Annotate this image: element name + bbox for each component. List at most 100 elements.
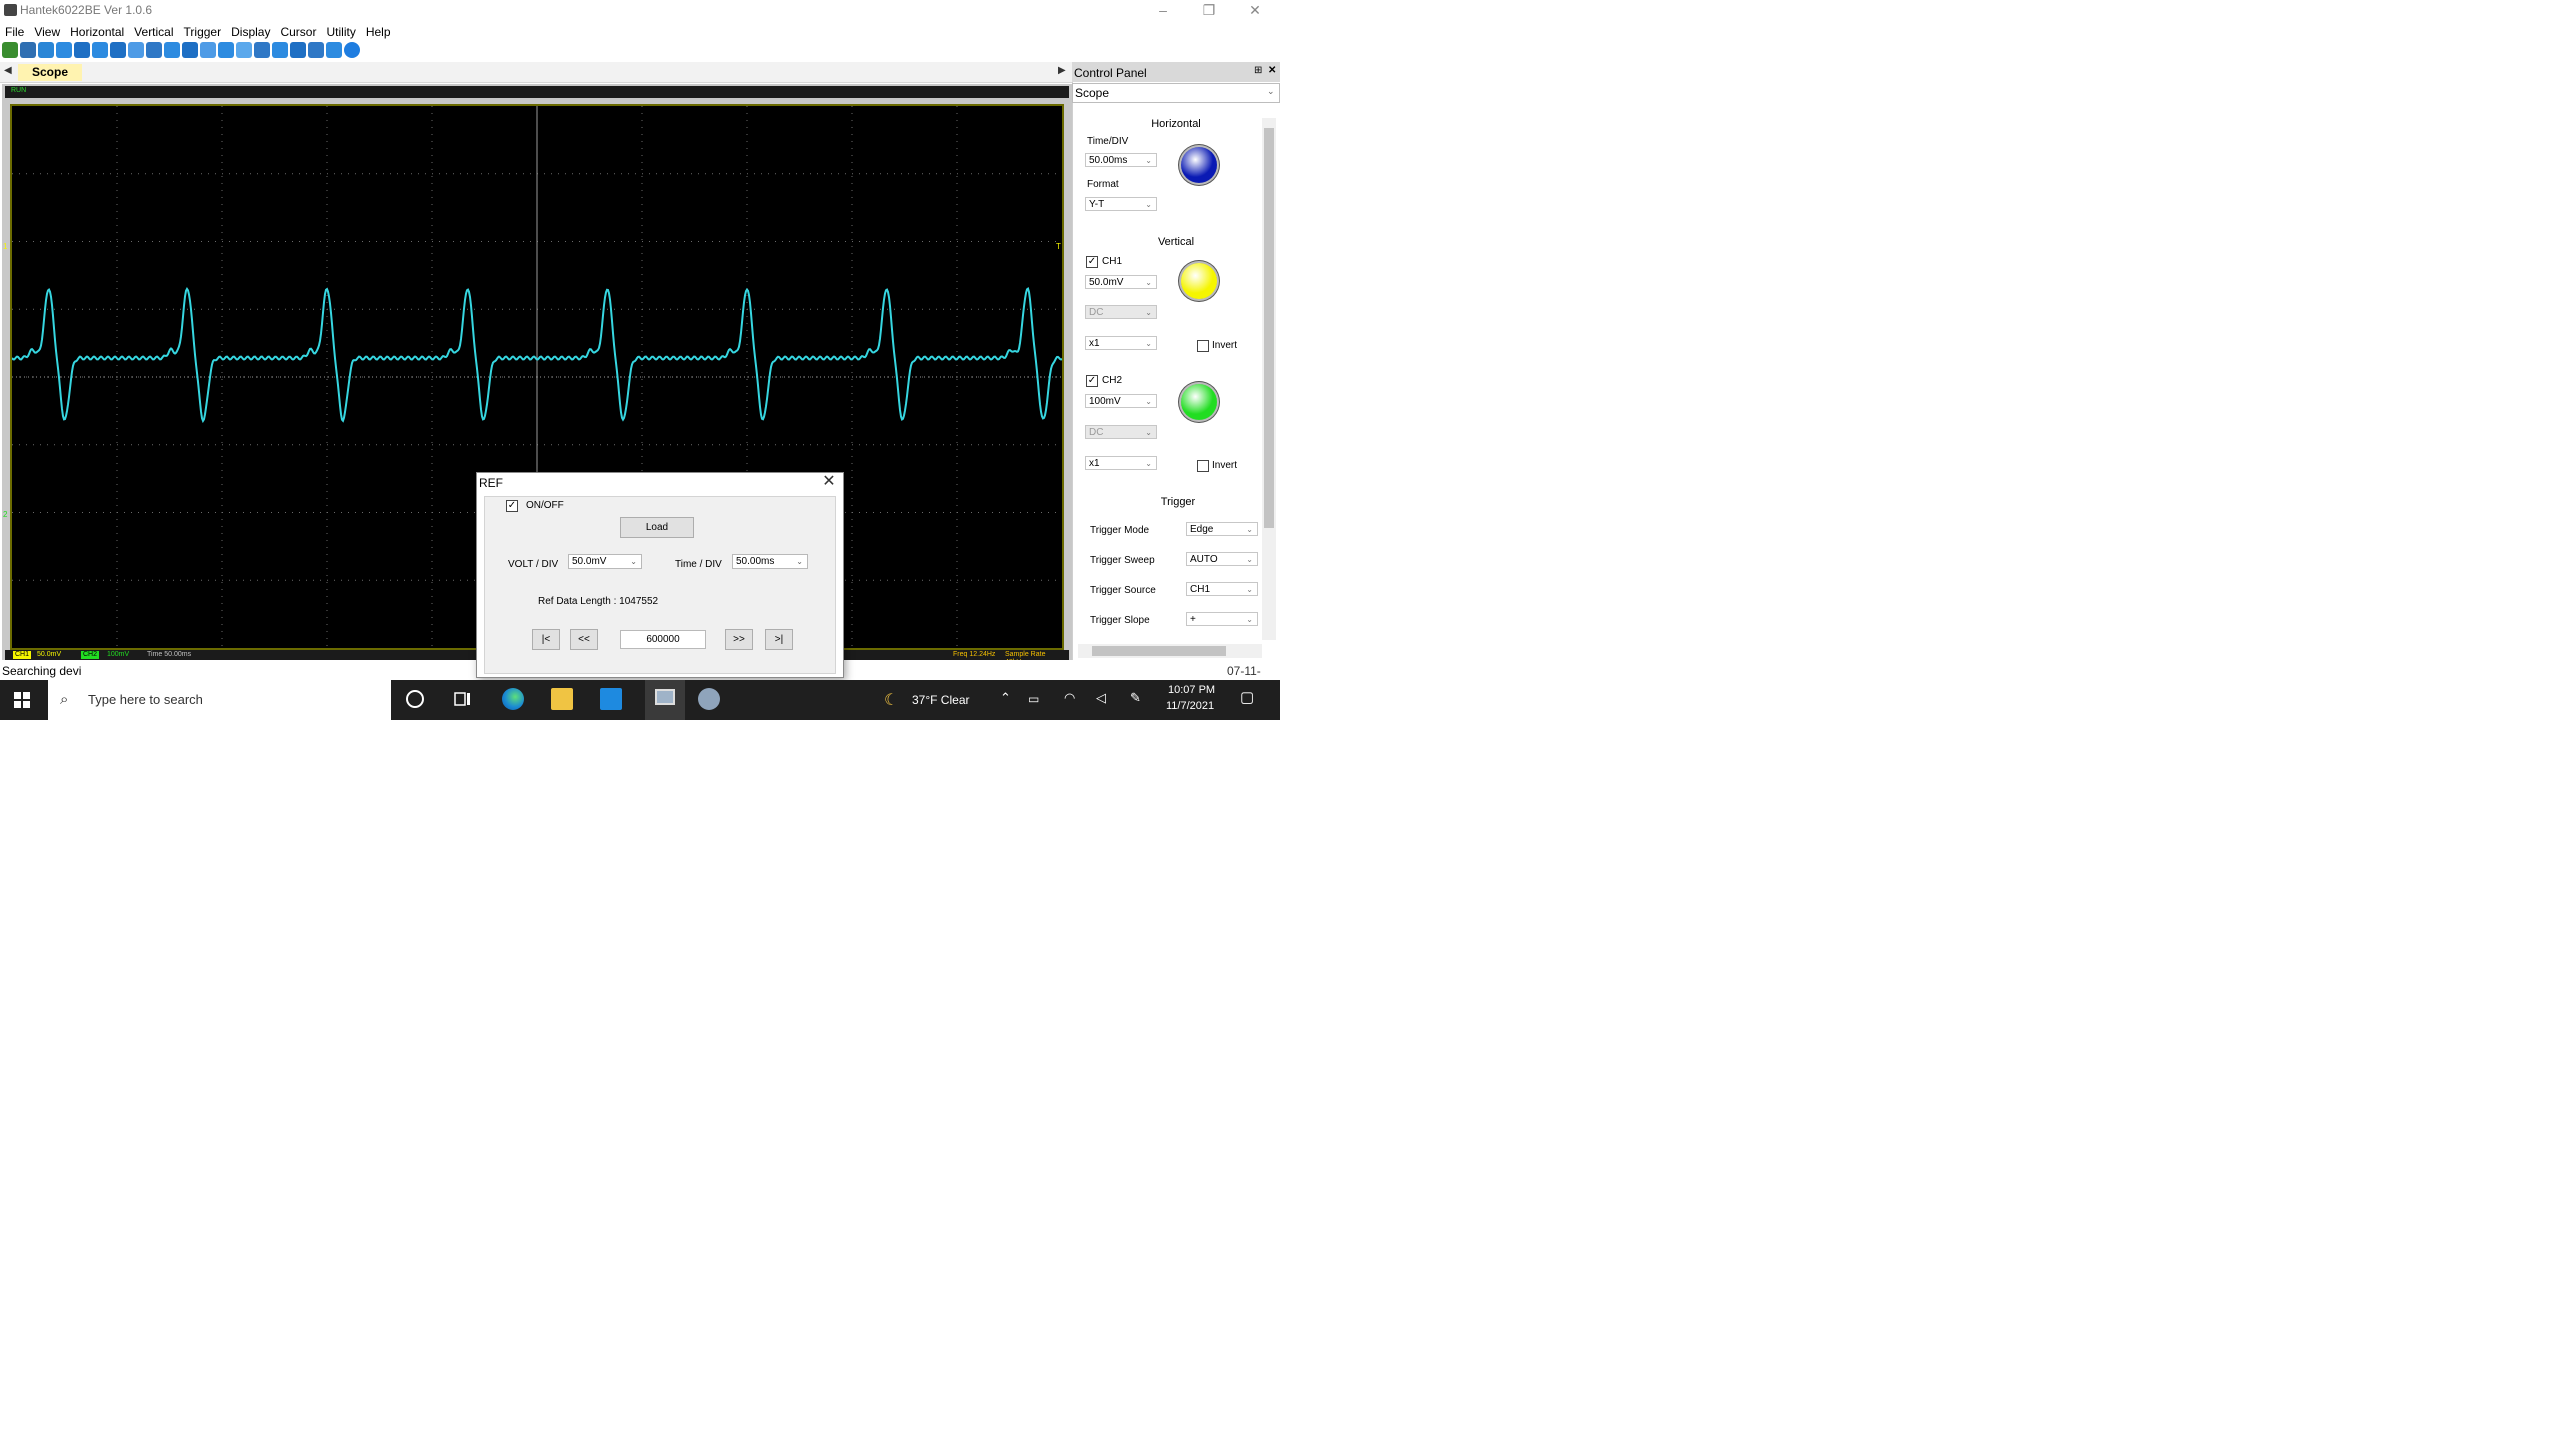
- menu-display[interactable]: Display: [226, 20, 275, 39]
- measure-icon[interactable]: [164, 42, 180, 58]
- weather-text[interactable]: 37°F Clear: [912, 693, 970, 707]
- pen-icon[interactable]: ✎: [1130, 690, 1141, 706]
- time-div-knob[interactable]: [1181, 147, 1217, 183]
- chevron-up-icon[interactable]: ⌃: [1000, 690, 1011, 706]
- trigger-slope-select[interactable]: + ⌄: [1186, 612, 1258, 626]
- hantek-app-icon: [655, 689, 675, 705]
- ch2-volt-select[interactable]: 100mV ⌄: [1085, 394, 1157, 408]
- panel-mode-select[interactable]: Scope ⌄: [1072, 83, 1280, 103]
- close-button[interactable]: ✕: [1232, 0, 1278, 20]
- wave-icon[interactable]: [110, 42, 126, 58]
- next-button[interactable]: >>: [725, 629, 753, 650]
- trigger-level-marker[interactable]: T: [1056, 242, 1061, 251]
- ch2-invert-checkbox[interactable]: [1197, 460, 1209, 472]
- menu-trigger[interactable]: Trigger: [179, 20, 227, 39]
- trigger-source-select[interactable]: CH1 ⌄: [1186, 582, 1258, 596]
- pulse-icon[interactable]: [92, 42, 108, 58]
- ch2-invert-label: Invert: [1212, 460, 1238, 471]
- wifi-icon[interactable]: ◠: [1064, 690, 1075, 706]
- ch2-volt-knob[interactable]: [1181, 384, 1217, 420]
- trigger-mode-select[interactable]: Edge ⌄: [1186, 522, 1258, 536]
- ch2-scale-info: 100mV: [107, 651, 130, 658]
- autoset-icon[interactable]: [272, 42, 288, 58]
- speaker-icon[interactable]: ◁: [1096, 690, 1106, 706]
- ref-position-input[interactable]: 600000: [620, 630, 706, 649]
- trigger-sweep-select[interactable]: AUTO ⌄: [1186, 552, 1258, 566]
- ref-volt-div-select[interactable]: 50.0mV ⌄: [568, 554, 642, 569]
- task-view-icon[interactable]: [454, 690, 472, 708]
- chevron-down-icon: ⌄: [1145, 397, 1152, 406]
- menu-file[interactable]: File: [0, 20, 29, 39]
- menu-horizontal[interactable]: Horizontal: [65, 20, 129, 39]
- clock-date[interactable]: 11/7/2021: [1166, 700, 1214, 712]
- clock-time[interactable]: 10:07 PM: [1168, 684, 1215, 696]
- pin-icon[interactable]: ⊞: [1254, 65, 1262, 76]
- trigger-mode-value: Edge: [1190, 524, 1214, 535]
- ref-close-icon[interactable]: ✕: [818, 472, 840, 492]
- freq-info: Freq 12.24Hz: [953, 651, 996, 658]
- ch2-marker[interactable]: 2: [3, 510, 7, 519]
- menu-utility[interactable]: Utility: [321, 20, 360, 39]
- menu-view[interactable]: View: [29, 20, 65, 39]
- minimize-button[interactable]: –: [1140, 0, 1186, 20]
- mail-icon[interactable]: [600, 688, 622, 710]
- chevron-down-icon: ⌄: [1246, 555, 1253, 564]
- save-icon[interactable]: [20, 42, 36, 58]
- stop-icon[interactable]: [308, 42, 324, 58]
- tab-scope[interactable]: Scope: [18, 64, 82, 81]
- tab-strip: ◀ ▶: [0, 62, 1072, 83]
- ch1-marker[interactable]: 1: [3, 242, 7, 251]
- menu-help[interactable]: Help: [361, 20, 396, 39]
- ref-icon[interactable]: [74, 42, 90, 58]
- print-icon[interactable]: [38, 42, 54, 58]
- ch1-invert-checkbox[interactable]: [1197, 340, 1209, 352]
- tab-scroll-left-icon[interactable]: ◀: [4, 65, 12, 76]
- ch1-checkbox[interactable]: ✓: [1086, 256, 1098, 268]
- time-div-select[interactable]: 50.00ms ⌄: [1085, 153, 1157, 167]
- panel-vertical-scroll-thumb[interactable]: [1264, 128, 1274, 528]
- open-icon[interactable]: [2, 42, 18, 58]
- time-div-value: 50.00ms: [1089, 155, 1128, 166]
- panel-close-icon[interactable]: ✕: [1268, 65, 1276, 76]
- settings-app-icon[interactable]: [698, 688, 720, 710]
- load-button[interactable]: Load: [620, 517, 694, 538]
- cortana-icon[interactable]: [406, 690, 424, 708]
- format-select[interactable]: Y-T ⌄: [1085, 197, 1157, 211]
- waveform-icon[interactable]: [236, 42, 252, 58]
- taskbar-search[interactable]: ⌕ Type here to search: [48, 680, 391, 720]
- cursor-icon[interactable]: [146, 42, 162, 58]
- refresh-icon[interactable]: [254, 42, 270, 58]
- menu-cursor[interactable]: Cursor: [275, 20, 321, 39]
- fft-icon[interactable]: [200, 42, 216, 58]
- trigger-source-label: Trigger Source: [1090, 585, 1156, 596]
- pause-icon[interactable]: [326, 42, 342, 58]
- first-button[interactable]: |<: [532, 629, 560, 650]
- settings-icon[interactable]: [56, 42, 72, 58]
- chevron-down-icon: ⌄: [630, 557, 637, 566]
- ch1-volt-knob[interactable]: [1181, 263, 1217, 299]
- taskbar-active-app[interactable]: [645, 680, 685, 720]
- edge-icon[interactable]: [502, 688, 524, 710]
- notification-icon[interactable]: ▢: [1240, 688, 1254, 706]
- ref-onoff-checkbox[interactable]: ✓: [506, 500, 518, 512]
- ch2-probe-select[interactable]: x1 ⌄: [1085, 456, 1157, 470]
- ch1-volt-select[interactable]: 50.0mV ⌄: [1085, 275, 1157, 289]
- ref-time-div-select[interactable]: 50.00ms ⌄: [732, 554, 808, 569]
- last-button[interactable]: >|: [765, 629, 793, 650]
- panel-horizontal-scroll-thumb[interactable]: [1092, 646, 1226, 656]
- file-explorer-icon[interactable]: [551, 688, 573, 710]
- zoom-icon[interactable]: [218, 42, 234, 58]
- prev-button[interactable]: <<: [570, 629, 598, 650]
- ch2-checkbox[interactable]: ✓: [1086, 375, 1098, 387]
- maximize-button[interactable]: ❐: [1186, 0, 1232, 20]
- math-icon[interactable]: [128, 42, 144, 58]
- battery-icon[interactable]: ▭: [1028, 692, 1039, 706]
- status-text: Searching devi: [2, 664, 82, 678]
- tab-scroll-right-icon[interactable]: ▶: [1058, 65, 1066, 76]
- help-icon[interactable]: [344, 42, 360, 58]
- grid-icon[interactable]: [182, 42, 198, 58]
- windows-start-icon[interactable]: [12, 690, 32, 710]
- ch1-probe-select[interactable]: x1 ⌄: [1085, 336, 1157, 350]
- menu-vertical[interactable]: Vertical: [129, 20, 178, 39]
- run-icon[interactable]: [290, 42, 306, 58]
